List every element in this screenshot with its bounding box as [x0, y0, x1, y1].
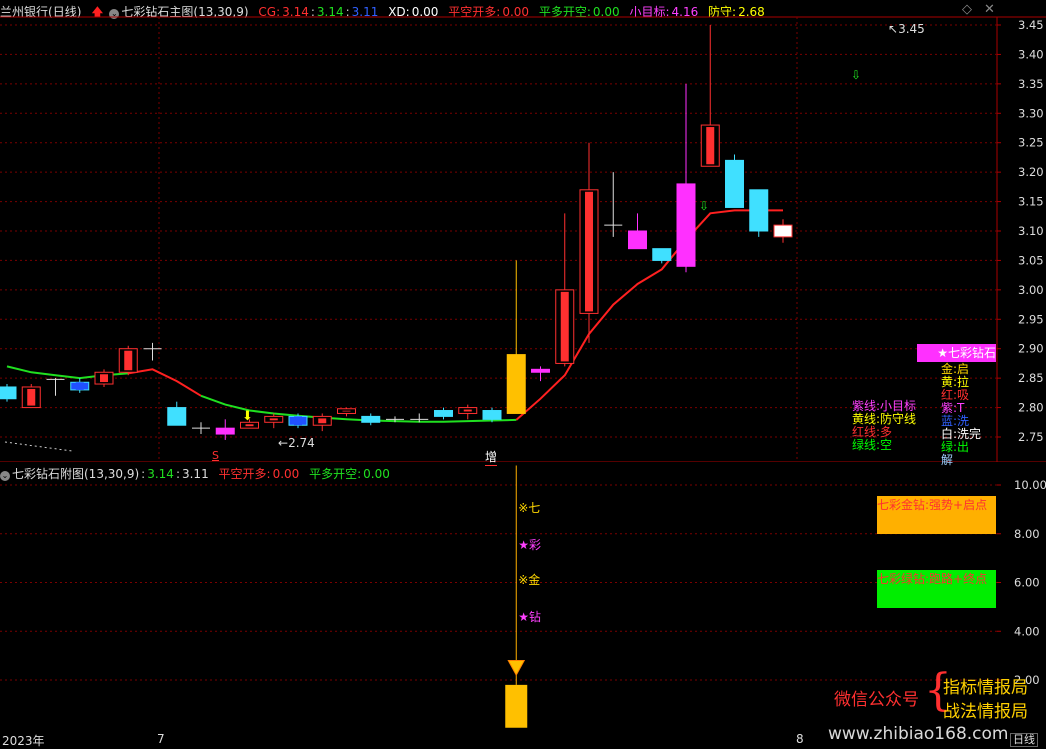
legend-left-list: 紫线:小目标 黄线:防守线 红线:多 绿线:空 — [852, 400, 916, 452]
high-price-label: ↖3.45 — [888, 22, 925, 36]
candle-inner — [463, 409, 472, 412]
candle-body — [482, 410, 502, 420]
candle-body — [628, 230, 647, 250]
s-marker: S — [212, 449, 219, 462]
main-y-tick-label: 3.10 — [1018, 224, 1044, 238]
candle-inner — [27, 388, 36, 406]
main-y-tick-label: 3.25 — [1018, 136, 1044, 150]
sub-y-tick-label: 6.00 — [1014, 576, 1040, 590]
main-y-tick-label: 3.45 — [1018, 18, 1044, 32]
candle-body — [167, 407, 187, 426]
sub-legend-green: 七彩绿钻:跑路+终点 — [877, 570, 996, 608]
main-chart[interactable]: 3.45 3.40 3.35 3.30 3.25 3.20 3.15 3.10 3.05 3.00… — [0, 0, 1046, 462]
main-y-tick-label: 2.80 — [1018, 401, 1044, 415]
sub-y-tick-label: 10.00 — [1014, 478, 1046, 492]
sub-y-tick-label: 4.00 — [1014, 624, 1040, 638]
main-y-tick-label: 2.75 — [1018, 430, 1044, 444]
sub-signal-label: ※金 — [518, 573, 541, 587]
sub-y-tick-label: 8.00 — [1014, 527, 1040, 541]
candle-inner — [318, 418, 327, 424]
x-axis-label-8: 8 — [796, 732, 804, 746]
watermark-url: www.zhibiao168.com — [828, 724, 1009, 744]
candle-inner — [560, 291, 569, 362]
candle-inner — [100, 374, 108, 383]
candle-body — [652, 248, 672, 261]
candle-inner — [342, 410, 351, 412]
candle-body — [506, 354, 526, 414]
candle-body — [215, 427, 235, 435]
sub-signal-label: ※七 — [518, 501, 541, 515]
candle-inner — [585, 191, 593, 312]
main-y-tick-label: 2.90 — [1018, 342, 1044, 356]
dashed-decor-line — [4, 441, 73, 452]
watermark-line2: 战法情报局 — [943, 702, 1028, 722]
main-y-tick-label: 3.20 — [1018, 165, 1044, 179]
sub-signal-label: ★彩 — [518, 538, 542, 552]
low-price-label: ←2.74 — [278, 436, 315, 450]
main-y-tick-label: 2.95 — [1018, 312, 1044, 326]
x-axis-label-7: 7 — [157, 732, 165, 746]
candle-inner — [245, 424, 254, 427]
sub-signal-bar — [505, 684, 528, 728]
candle-body — [0, 386, 17, 400]
main-y-tick-label: 3.30 — [1018, 106, 1044, 120]
candle-body — [773, 224, 793, 238]
candle-body — [676, 183, 696, 267]
sub-signal-label: ★钻 — [518, 610, 542, 624]
main-y-tick-label: 3.00 — [1018, 283, 1044, 297]
main-y-tick-label: 3.35 — [1018, 77, 1044, 91]
candle-body — [531, 368, 550, 373]
legend-title: ★七彩钻石 — [917, 344, 996, 362]
candle-inner — [75, 382, 84, 390]
candle-body — [725, 159, 744, 208]
main-y-tick-label: 3.15 — [1018, 195, 1044, 209]
main-y-tick-label: 3.40 — [1018, 47, 1044, 61]
sell-down-arrow-icon-2: ⇩ — [699, 199, 710, 213]
candle-body — [749, 189, 769, 232]
main-y-tick-label: 2.85 — [1018, 371, 1044, 385]
candle-inner — [124, 350, 133, 371]
sub-legend-gold: 七彩金钻:强势+启点 — [877, 496, 996, 534]
candle-inner — [294, 416, 302, 426]
candle-body — [361, 415, 381, 423]
watermark-line1: 指标情报局 — [943, 678, 1028, 698]
period-button[interactable]: 日线 — [1010, 733, 1038, 747]
watermark-prefix: 微信公众号 — [834, 690, 919, 710]
candle-inner — [269, 418, 278, 421]
trend-line-red-a — [128, 368, 202, 397]
candle-inner — [706, 127, 715, 165]
buy-down-arrow-icon: ⬇ — [242, 409, 253, 424]
x-axis-label-year: 2023年 — [2, 734, 45, 748]
sell-down-arrow-icon: ⇩ — [851, 68, 862, 82]
main-y-tick-label: 3.05 — [1018, 253, 1044, 267]
diamond-icon — [507, 660, 526, 677]
candle-body — [434, 410, 453, 417]
legend-line-item: 绿线:空 — [852, 438, 893, 452]
legend-right-list: 金:启 黄:拉 红:吸 紫:T 蓝:洗 白:洗完 绿:出解 — [941, 363, 981, 467]
